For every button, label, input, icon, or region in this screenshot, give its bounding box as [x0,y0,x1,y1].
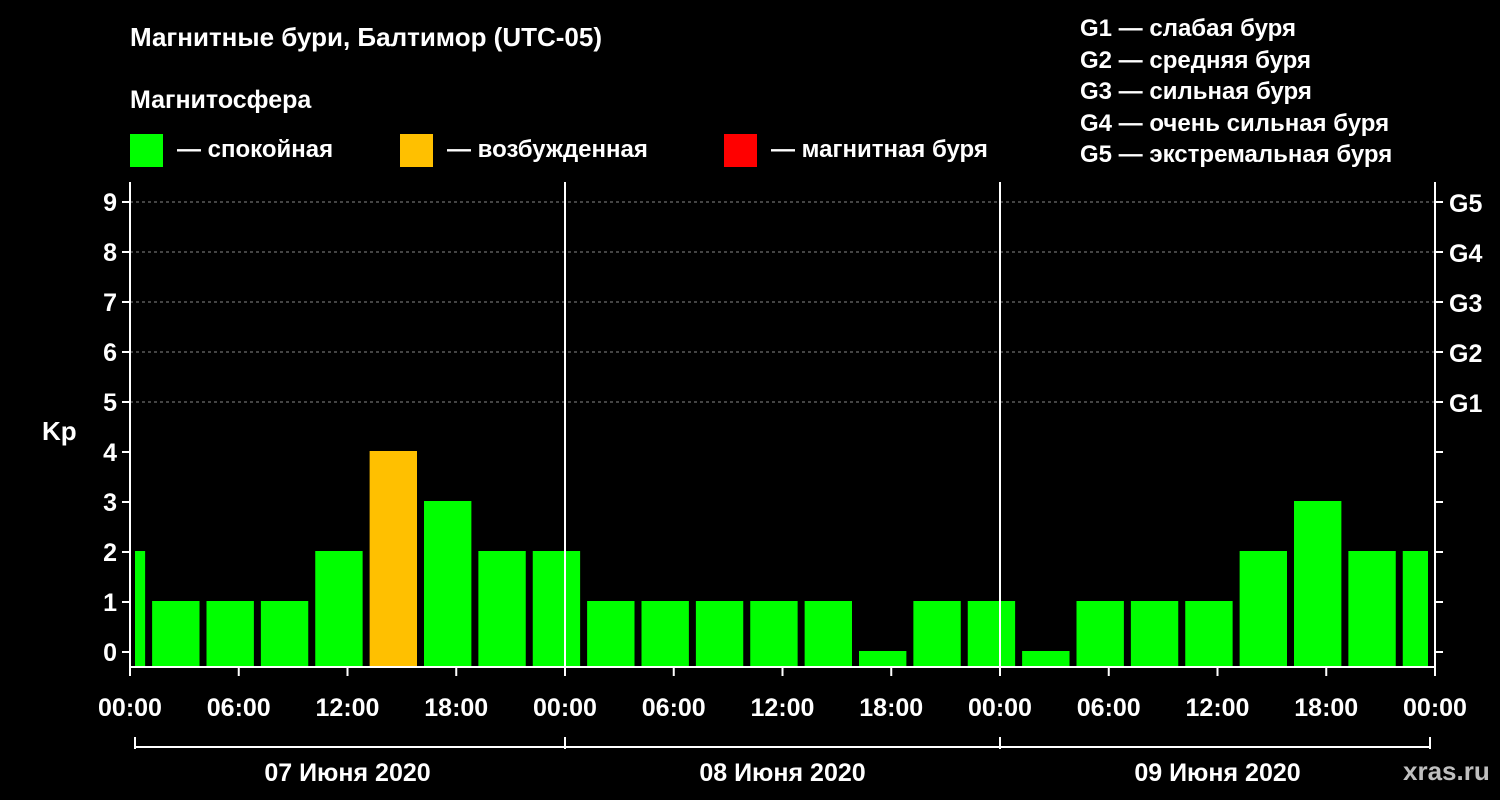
kp-bar [587,601,635,667]
y-tick-label: 8 [103,239,117,267]
x-tick-label: 18:00 [424,694,488,722]
kp-bar [152,601,200,667]
kp-bar [1130,601,1179,667]
kp-bar [967,601,1016,667]
kp-bar [1022,651,1070,667]
g-scale-tick-label: G3 [1449,290,1482,318]
g-scale-tick-label: G4 [1449,240,1482,268]
kp-bar [478,551,526,667]
day-label: 08 Июня 2020 [699,759,865,787]
x-tick-label: 12:00 [1186,694,1250,722]
x-tick-label: 18:00 [1294,694,1358,722]
kp-bar [260,601,309,667]
y-tick-label: 0 [103,639,117,667]
day-label: 07 Июня 2020 [264,759,430,787]
kp-bar-chart: 0 1 2 3 4 5 6 7 8 9 G1 G2 G3 G4 G5 Kp 00:00 06:00 12:00 18:… [42,182,1482,787]
kp-bar [1402,551,1428,667]
g-scale-tick-label: G2 [1449,340,1482,368]
day-label: 09 Июня 2020 [1134,759,1300,787]
y-tick-label: 5 [103,389,117,417]
kp-bar [532,551,581,667]
kp-bar [859,651,907,667]
kp-bar [1294,501,1342,667]
y-tick-label: 6 [103,339,117,367]
g-scale-tick-label: G1 [1449,390,1482,418]
y-tick-label: 1 [103,589,117,617]
kp-bar [804,601,852,667]
x-tick-label: 18:00 [859,694,923,722]
x-tick-label: 06:00 [1077,694,1141,722]
kp-bar [315,551,363,667]
kp-bar [641,601,689,667]
kp-bar [695,601,744,667]
x-tick-label: 00:00 [968,694,1032,722]
kp-bar [369,451,417,667]
kp-bar [135,551,146,667]
kp-bar [1076,601,1124,667]
y-axis-label: Kp [42,416,77,446]
kp-bar [206,601,254,667]
kp-bar [1185,601,1233,667]
y-tick-label: 3 [103,489,117,517]
y-tick-label: 7 [103,289,117,317]
x-tick-label: 00:00 [533,694,597,722]
kp-bar [913,601,961,667]
x-tick-label: 06:00 [207,694,271,722]
x-tick-label: 12:00 [751,694,815,722]
x-tick-label: 00:00 [98,694,162,722]
y-tick-label: 9 [103,189,117,217]
y-tick-label: 2 [103,539,117,567]
watermark: xras.ru [1403,756,1490,786]
x-tick-label: 12:00 [316,694,380,722]
kp-bar [750,601,798,667]
x-tick-label: 00:00 [1403,694,1467,722]
x-tick-label: 06:00 [642,694,706,722]
kp-bar [424,501,472,667]
g-scale-tick-label: G5 [1449,190,1482,218]
y-tick-label: 4 [103,439,117,467]
kp-bar [1348,551,1396,667]
kp-bar [1239,551,1287,667]
